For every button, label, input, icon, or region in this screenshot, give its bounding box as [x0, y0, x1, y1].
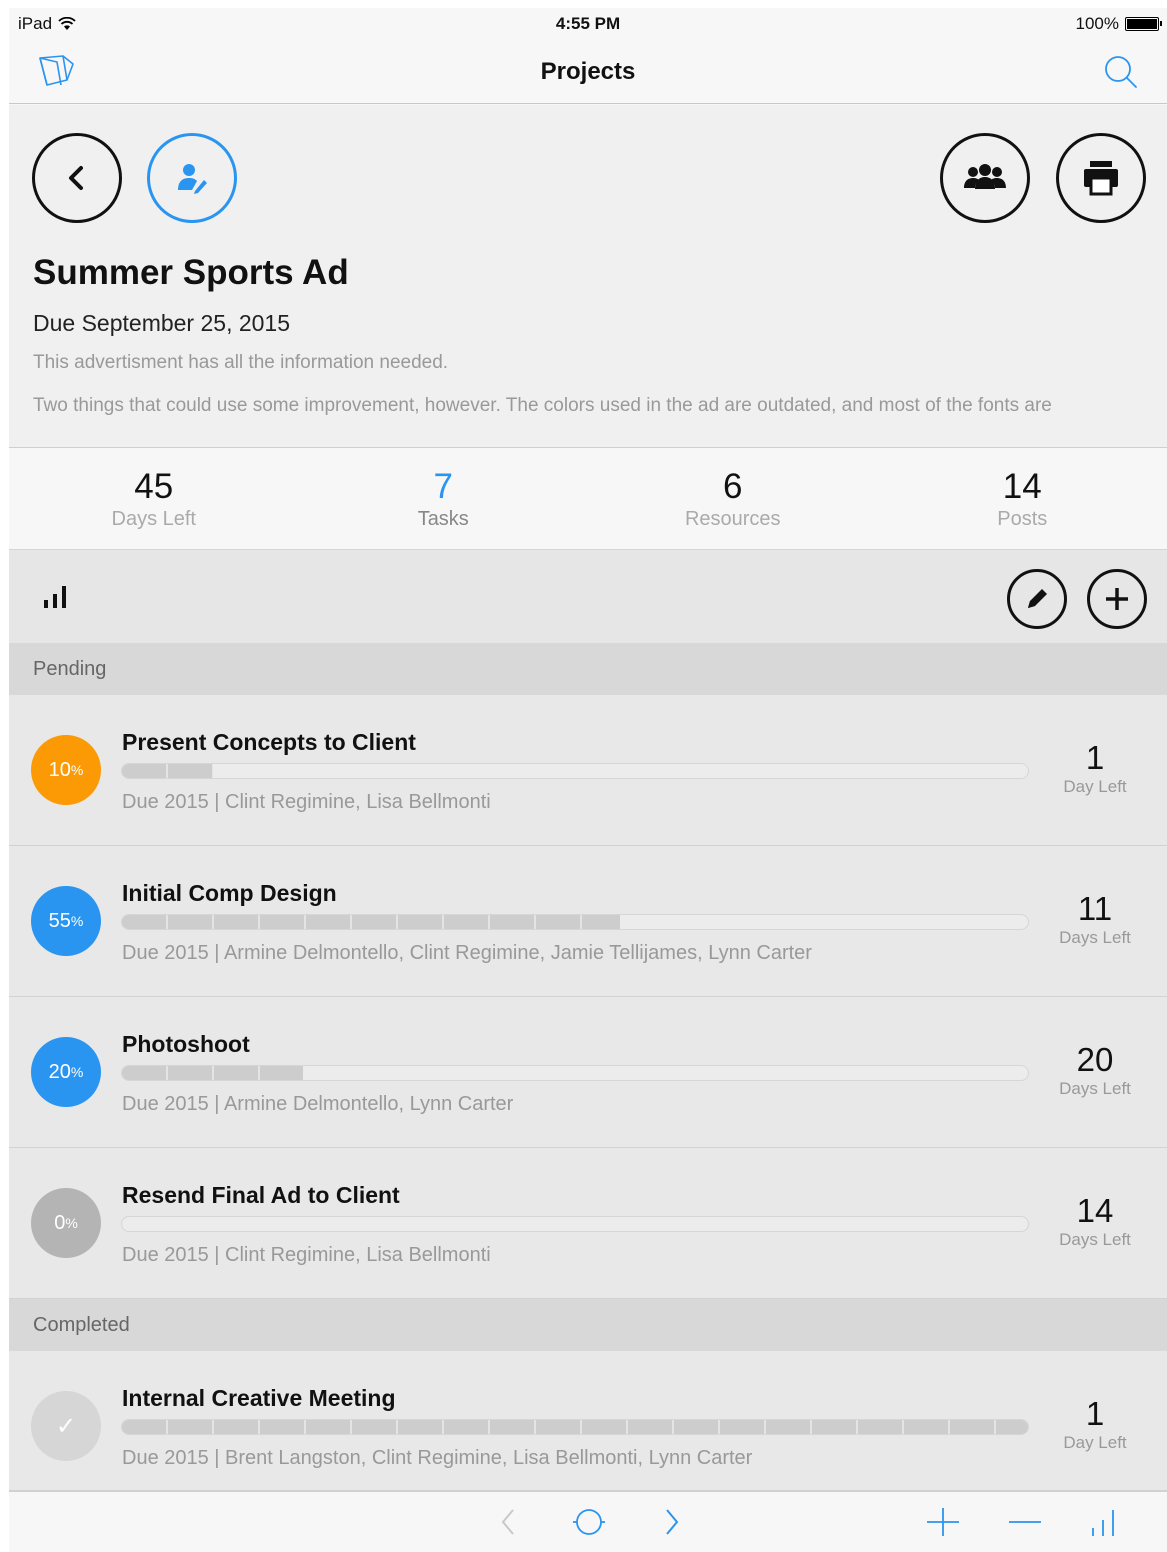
edit-person-button[interactable]	[147, 133, 237, 223]
task-row[interactable]: 0% Resend Final Ad to Client Due 2015 | …	[9, 1148, 1167, 1299]
task-meta: Due 2015 | Armine Delmontello, Lynn Cart…	[122, 1093, 514, 1115]
task-name: Photoshoot	[122, 1031, 250, 1057]
task-progress-badge: 20%	[31, 1037, 101, 1107]
project-description: This advertisment has all the informatio…	[33, 352, 449, 373]
task-progress-fill	[122, 764, 213, 778]
zoom-out-icon[interactable]	[1007, 1506, 1043, 1543]
task-progress-fill	[122, 915, 621, 929]
task-row[interactable]: 55% Initial Comp Design Due 2015 | Armin…	[9, 846, 1167, 997]
section-header-completed: Completed	[9, 1299, 1167, 1351]
back-arrow-icon	[69, 166, 83, 190]
bar-chart-icon[interactable]	[43, 586, 73, 617]
navigation-bar: Projects	[9, 38, 1167, 104]
status-bar: iPad 4:55 PM 100%	[9, 8, 1167, 38]
task-name: Initial Comp Design	[122, 880, 337, 906]
task-meta: Due 2015 | Armine Delmontello, Clint Reg…	[122, 942, 812, 964]
print-icon	[1084, 161, 1118, 196]
section-header-pending: Pending	[9, 643, 1167, 695]
task-progress-bar	[121, 763, 1029, 779]
back-button[interactable]	[32, 133, 122, 223]
task-progress-bar	[121, 1216, 1029, 1232]
task-progress-bar	[121, 1419, 1029, 1435]
task-row[interactable]: 20% Photoshoot Due 2015 | Armine Delmont…	[9, 997, 1167, 1148]
edit-person-icon	[178, 164, 207, 194]
task-days-left: 11 Days Left	[1059, 890, 1131, 948]
task-progress-bar	[121, 1065, 1029, 1081]
task-days-left: 1 Day Left	[1063, 1395, 1127, 1453]
task-name: Internal Creative Meeting	[122, 1385, 396, 1411]
chevron-right-icon[interactable]	[659, 1506, 683, 1543]
pencil-icon	[1028, 589, 1047, 608]
task-name: Present Concepts to Client	[122, 729, 416, 755]
task-meta: Due 2015 | Brent Langston, Clint Regimin…	[122, 1447, 753, 1469]
task-days-left: 14 Days Left	[1059, 1192, 1131, 1250]
bottom-toolbar	[9, 1491, 1167, 1552]
team-button[interactable]	[940, 133, 1030, 223]
task-row[interactable]: 10% Present Concepts to Client Due 2015 …	[9, 695, 1167, 846]
task-days-left: 20 Days Left	[1059, 1041, 1131, 1099]
group-icon	[964, 164, 1006, 189]
battery-icon	[1125, 17, 1162, 31]
task-meta: Due 2015 | Clint Regimine, Lisa Bellmont…	[122, 791, 491, 813]
zoom-in-icon[interactable]	[925, 1506, 961, 1543]
search-icon[interactable]	[1103, 54, 1139, 95]
project-description-more: Two things that could use some improveme…	[33, 395, 1052, 416]
task-days-left: 1 Day Left	[1063, 739, 1127, 797]
project-due-date: Due September 25, 2015	[33, 310, 291, 336]
chevron-left-icon[interactable]	[497, 1506, 521, 1543]
task-name: Resend Final Ad to Client	[122, 1182, 400, 1208]
project-header: Summer Sports Ad Due September 25, 2015 …	[9, 105, 1167, 448]
circle-icon[interactable]	[571, 1506, 607, 1543]
print-button[interactable]	[1056, 133, 1146, 223]
task-row[interactable]: ✓ Internal Creative Meeting Due 2015 | B…	[9, 1351, 1167, 1491]
project-stats: 45 Days Left 7 Tasks 6 Resources 14 Post…	[9, 448, 1167, 550]
battery-percent: 100%	[1075, 14, 1119, 33]
ipad-screen: iPad 4:55 PM 100% Projects Summer Sports…	[9, 8, 1167, 1552]
project-title: Summer Sports Ad	[33, 253, 349, 292]
task-progress-badge: 0%	[31, 1188, 101, 1258]
task-progress-bar	[121, 914, 1029, 930]
task-toolbar	[9, 550, 1167, 643]
status-time: 4:55 PM	[555, 14, 621, 33]
task-progress-fill	[122, 1066, 304, 1080]
stat-posts[interactable]: 14 Posts	[878, 448, 1167, 549]
task-progress-fill	[122, 1420, 1028, 1434]
page-title: Projects	[540, 58, 636, 85]
add-task-button[interactable]	[1087, 569, 1147, 629]
edit-tasks-button[interactable]	[1007, 569, 1067, 629]
task-progress-badge: 10%	[31, 735, 101, 805]
task-meta: Due 2015 | Clint Regimine, Lisa Bellmont…	[122, 1244, 491, 1266]
task-progress-badge: 55%	[31, 886, 101, 956]
stats-icon[interactable]	[1089, 1506, 1119, 1543]
stat-tasks[interactable]: 7 Tasks	[299, 448, 589, 549]
plus-icon	[1106, 588, 1128, 610]
task-complete-badge: ✓	[31, 1391, 101, 1461]
stat-resources[interactable]: 6 Resources	[588, 448, 878, 549]
stat-days-left[interactable]: 45 Days Left	[9, 448, 299, 549]
